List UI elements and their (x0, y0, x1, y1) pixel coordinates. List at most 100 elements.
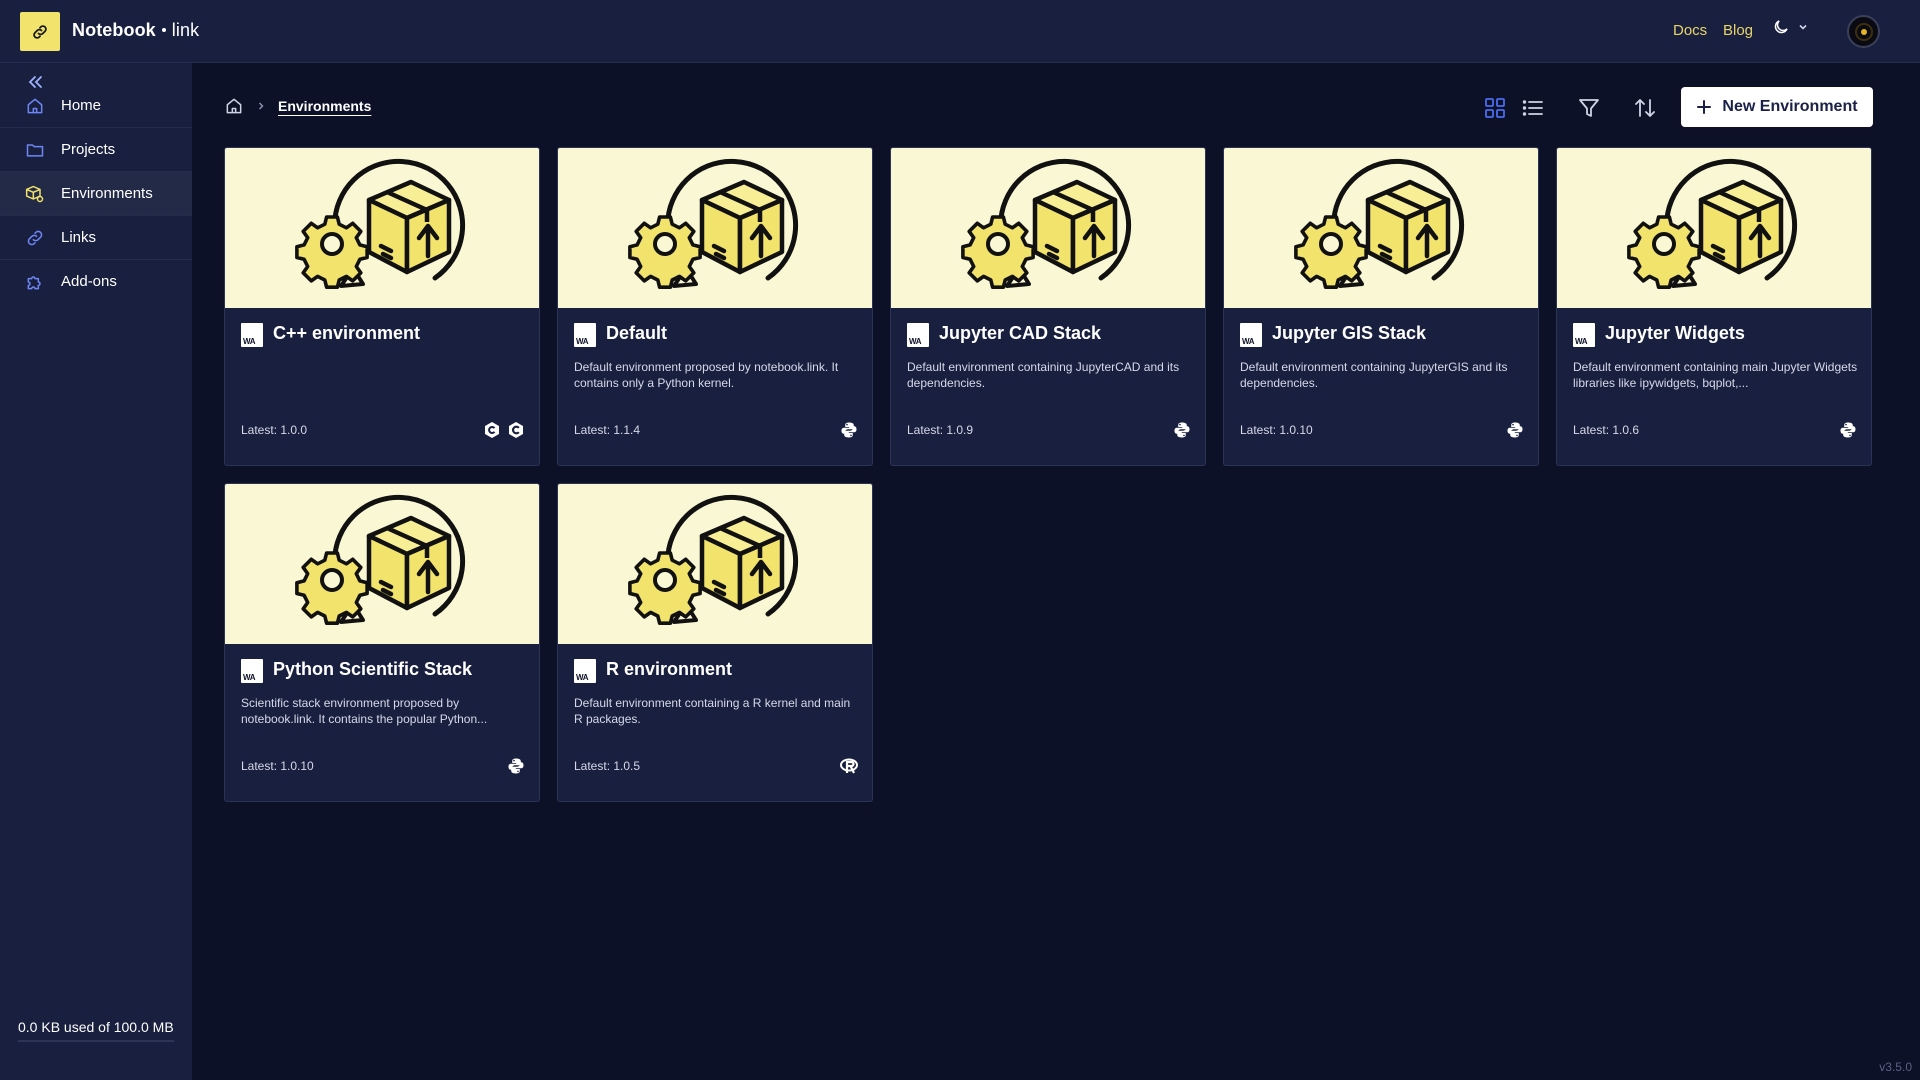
avatar-image (1854, 22, 1873, 41)
card-image (1224, 148, 1538, 308)
environment-illustration (295, 158, 466, 290)
environment-card[interactable]: WA Jupyter GIS Stack Default environment… (1223, 147, 1539, 466)
card-title: C++ environment (273, 323, 421, 343)
environment-card[interactable]: WA Python Scientific Stack Scientific st… (224, 483, 540, 802)
sidebar-item-label: Environments (61, 185, 153, 202)
wa-logo-icon: WA (1240, 323, 1262, 347)
card-description: Scientific stack environment proposed by… (241, 696, 488, 726)
card-title: R environment (606, 659, 733, 679)
environment-illustration (1294, 158, 1465, 290)
sidebar-item-label: Home (61, 97, 102, 114)
environment-icon (25, 185, 44, 203)
card-description: Default environment containing a R kerne… (574, 696, 851, 726)
c-icon (509, 422, 523, 438)
environment-illustration (628, 158, 799, 290)
user-avatar[interactable] (1847, 15, 1880, 48)
filter-icon (1579, 99, 1599, 117)
card-kernels (1173, 421, 1191, 439)
top-bar: Notebook link Docs Blog (0, 0, 1920, 63)
wa-logo-icon: WA (907, 323, 929, 347)
grid-icon (1485, 98, 1505, 118)
link-icon (27, 230, 43, 246)
list-icon (1522, 100, 1543, 116)
card-version: Latest: 1.1.4 (574, 423, 641, 437)
sidebar-item-label: Projects (61, 141, 116, 158)
r-icon (840, 758, 858, 774)
sort-button[interactable] (1632, 95, 1658, 121)
python-icon (1840, 422, 1856, 438)
sidebar-item-environments[interactable]: Environments (0, 172, 192, 216)
app-logo[interactable] (20, 12, 60, 51)
environment-card[interactable]: WA Jupyter CAD Stack Default environment… (890, 147, 1206, 466)
card-version: Latest: 1.0.0 (241, 423, 308, 437)
sidebar: Home Projects Environments Links Add-ons… (0, 63, 192, 1080)
sidebar-item-label: Links (61, 229, 97, 246)
list-view-button[interactable] (1520, 95, 1546, 121)
card-kernels (507, 757, 525, 775)
wa-logo-icon: WA (241, 323, 263, 347)
wa-logo-icon: WA (1573, 323, 1595, 347)
environment-illustration (1627, 158, 1798, 290)
card-version: Latest: 1.0.9 (907, 423, 974, 437)
card-title: Jupyter Widgets (1605, 323, 1745, 343)
environment-card[interactable]: WA C++ environment Latest: 1.0.0 (224, 147, 540, 466)
sidebar-item-links[interactable]: Links (0, 216, 192, 260)
card-title: Jupyter CAD Stack (939, 323, 1102, 343)
card-title: Python Scientific Stack (273, 659, 473, 679)
home-icon (27, 98, 43, 114)
environment-card[interactable]: WA Jupyter Widgets Default environment c… (1556, 147, 1872, 466)
card-image (225, 484, 539, 644)
sidebar-item-projects[interactable]: Projects (0, 128, 192, 172)
app-version: v3.5.0 (1879, 1060, 1912, 1074)
card-kernels (1839, 421, 1857, 439)
new-environment-button[interactable]: New Environment (1681, 87, 1873, 127)
card-kernels (1506, 421, 1524, 439)
card-kernels (840, 421, 858, 439)
python-icon (508, 758, 524, 774)
card-version: Latest: 1.0.10 (241, 759, 314, 773)
sidebar-item-home[interactable]: Home (0, 84, 192, 128)
card-image (1557, 148, 1871, 308)
card-title: Jupyter GIS Stack (1272, 323, 1427, 343)
python-icon (1174, 422, 1190, 438)
cpp-icon (485, 422, 499, 438)
blog-link[interactable]: Blog (1723, 22, 1753, 39)
card-version: Latest: 1.0.5 (574, 759, 641, 773)
theme-toggle[interactable] (1772, 18, 1808, 36)
card-kernels (483, 421, 525, 439)
card-image (225, 148, 539, 308)
environment-card[interactable]: WA Default Default environment proposed … (557, 147, 873, 466)
moon-icon (1774, 20, 1788, 34)
docs-link[interactable]: Docs (1673, 22, 1707, 39)
storage-usage-bar (18, 1040, 174, 1042)
home-breadcrumb-icon[interactable] (224, 96, 244, 116)
chevron-right-icon (258, 102, 264, 110)
environment-illustration (628, 494, 799, 626)
filter-button[interactable] (1576, 95, 1602, 121)
card-description: Default environment containing JupyterCA… (907, 360, 1180, 390)
sidebar-item-label: Add-ons (61, 273, 117, 290)
brand-name-a: Notebook (72, 20, 156, 40)
storage-usage-text: 0.0 KB used of 100.0 MB (18, 1019, 174, 1035)
breadcrumb-current[interactable]: Environments (278, 98, 371, 114)
environment-card[interactable]: WA R environment Default environment con… (557, 483, 873, 802)
environment-illustration (961, 158, 1132, 290)
breadcrumb: Environments (224, 96, 371, 116)
brand-dot (161, 28, 166, 33)
card-image (891, 148, 1205, 308)
python-icon (1507, 422, 1523, 438)
wa-logo-icon: WA (574, 323, 596, 347)
link-logo-icon (33, 24, 47, 39)
card-description: Default environment proposed by notebook… (574, 360, 839, 390)
card-title: Default (606, 323, 668, 343)
card-kernels (840, 757, 858, 775)
sidebar-item-add-ons[interactable]: Add-ons (0, 260, 192, 304)
card-image (558, 148, 872, 308)
wa-logo-icon: WA (241, 659, 263, 683)
plus-icon (1697, 100, 1712, 114)
brand-name-b: link (171, 20, 200, 40)
grid-view-button[interactable] (1482, 95, 1508, 121)
chevron-down-icon (1799, 24, 1807, 30)
app-title[interactable]: Notebook link (72, 20, 199, 41)
new-environment-label: New Environment (1722, 98, 1858, 115)
